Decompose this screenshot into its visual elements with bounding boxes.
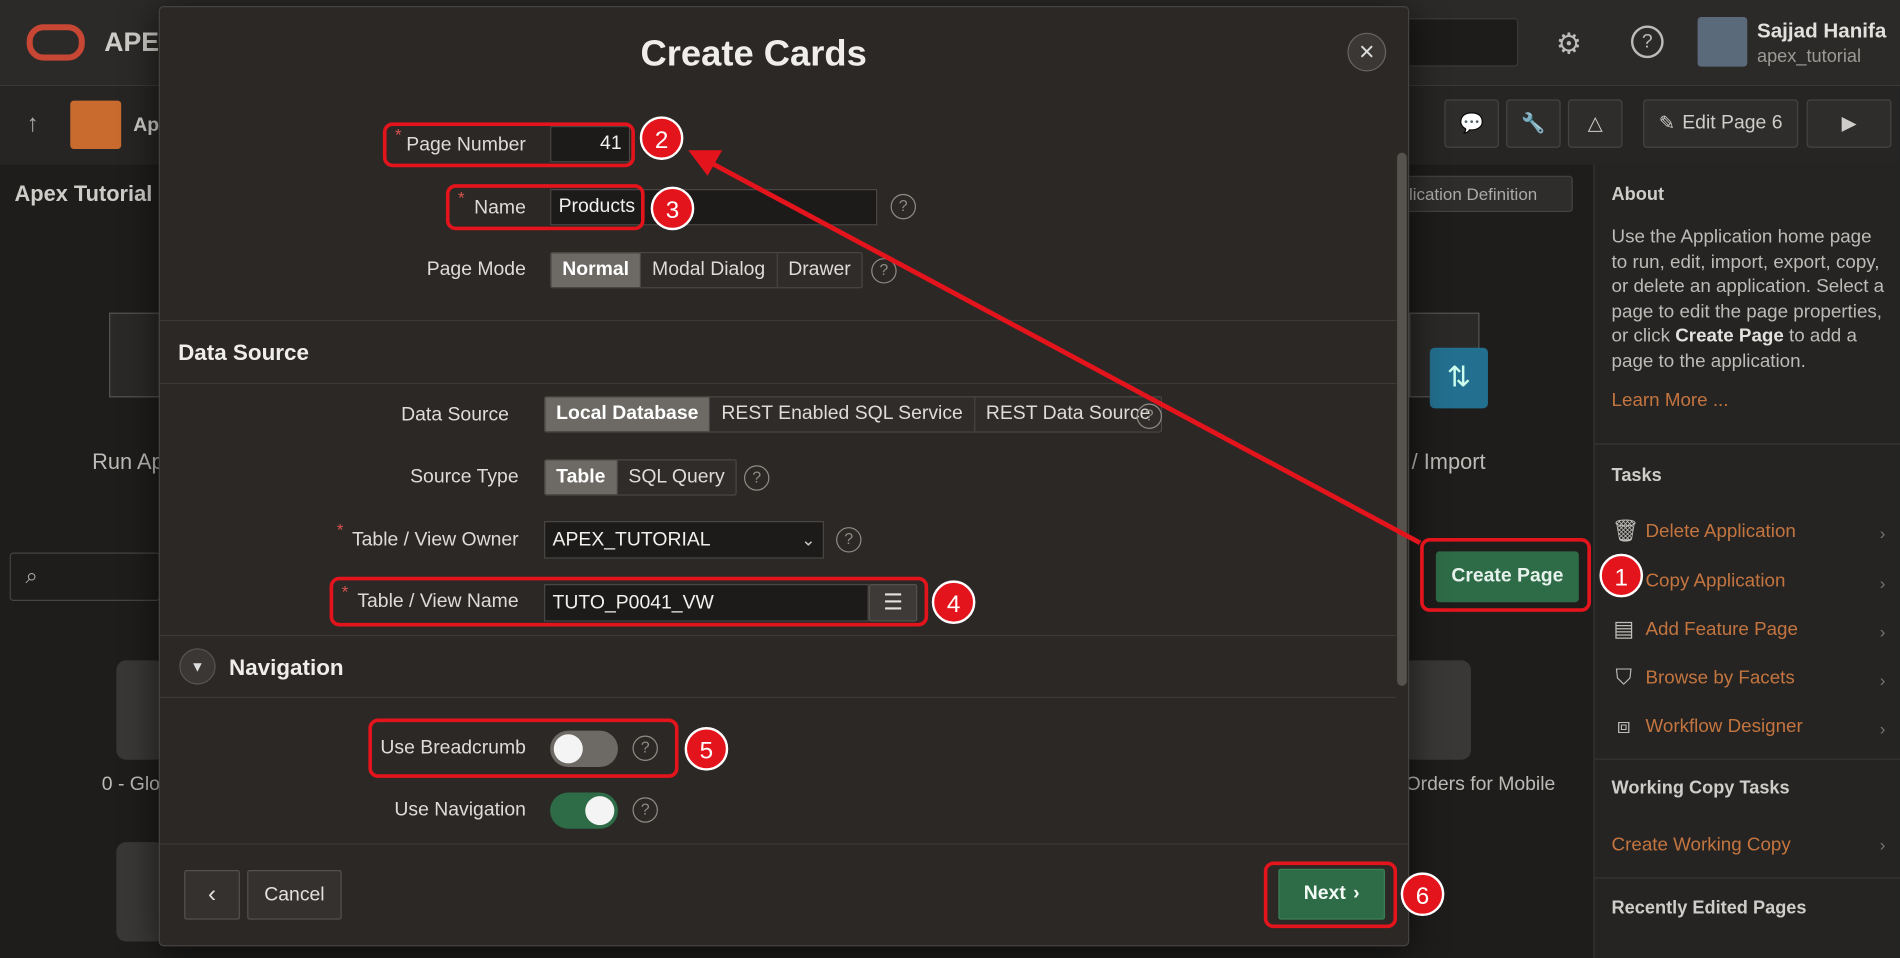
annotation-badge-6: 6 [1400, 872, 1445, 917]
annotation-badge-2: 2 [639, 116, 684, 160]
annotation-badge-1: 1 [1599, 553, 1644, 598]
annotation-badge-5: 5 [684, 727, 729, 771]
annotation-badge-3: 3 [650, 186, 695, 231]
annotation-arrow [688, 150, 1422, 545]
annotation-badge-4: 4 [931, 580, 976, 625]
